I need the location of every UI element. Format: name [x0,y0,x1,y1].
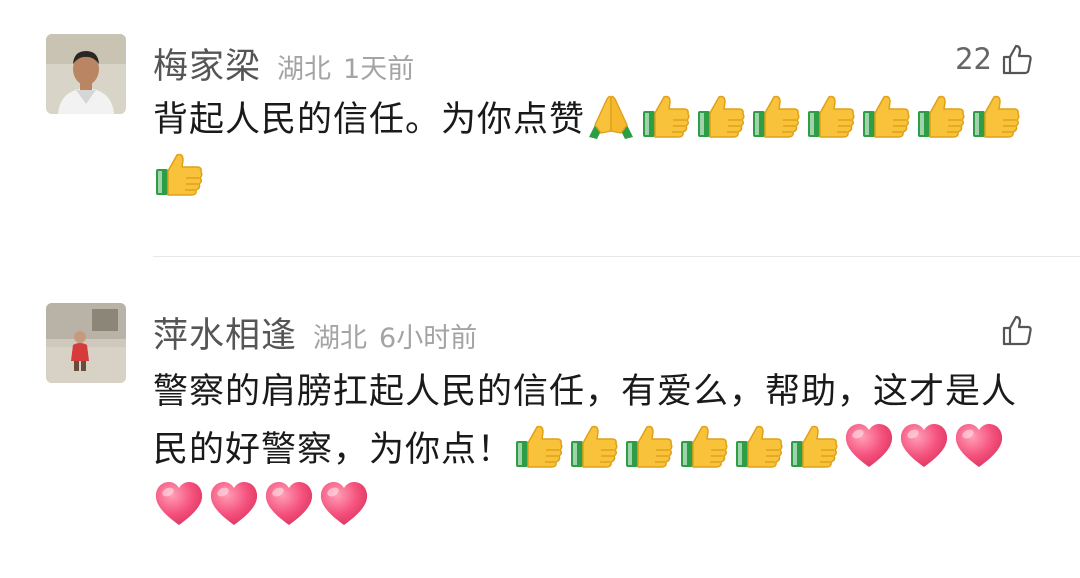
comment-text: 背起人民的信任。为你点赞 [153,91,1043,207]
folded-hands-emoji-icon [585,91,637,141]
comment-text: 警察的肩膀扛起人民的信任，有爱么，帮助，这才是人民的好警察，为你点！ [153,363,1043,537]
thumbs-up-emoji-icon [678,421,730,471]
heart-emoji-icon [153,479,205,529]
like-button[interactable] [992,313,1034,347]
heart-emoji-icon [263,479,315,529]
like-button[interactable]: 22 [955,42,1034,76]
heart-emoji-icon [898,421,950,471]
thumbs-up-outline-icon [1000,42,1034,76]
heart-emoji-icon [953,421,1005,471]
thumbs-up-emoji-icon [513,421,565,471]
location-label: 湖北 [313,323,368,354]
comment-header: 萍水相逢 湖北 6小时前 [153,307,477,358]
timestamp: 1天前 [343,54,415,85]
thumbs-up-emoji-icon [915,91,967,141]
thumbs-up-outline-icon [1000,313,1034,347]
heart-emoji-icon [318,479,370,529]
location-label: 湖北 [277,54,332,85]
thumbs-up-emoji-icon [640,91,692,141]
comment-body: 背起人民的信任。为你点赞 [153,100,586,140]
thumbs-up-emoji-icon [733,421,785,471]
username[interactable]: 萍水相逢 [153,307,297,358]
thumbs-up-emoji-icon [695,91,747,141]
like-count: 22 [955,42,992,76]
thumbs-up-emoji-icon [568,421,620,471]
heart-emoji-icon [843,421,895,471]
comment-header: 梅家梁 湖北 1天前 [153,38,414,89]
thumbs-up-emoji-icon [860,91,912,141]
comment-item: 萍水相逢 湖北 6小时前 警察的肩膀扛起人民的信任，有爱么，帮助，这才是人民的好… [0,257,1080,578]
thumbs-up-emoji-icon [970,91,1022,141]
thumbs-up-emoji-icon [788,421,840,471]
comment-item: 梅家梁 湖北 1天前 22 背起人民的信任。为你点赞 [0,0,1080,257]
username[interactable]: 梅家梁 [153,38,261,89]
timestamp: 6小时前 [379,323,478,354]
heart-emoji-icon [208,479,260,529]
thumbs-up-emoji-icon [750,91,802,141]
thumbs-up-emoji-icon [153,149,205,199]
thumbs-up-emoji-icon [623,421,675,471]
thumbs-up-emoji-icon [805,91,857,141]
avatar[interactable] [46,303,126,383]
avatar[interactable] [46,34,126,114]
